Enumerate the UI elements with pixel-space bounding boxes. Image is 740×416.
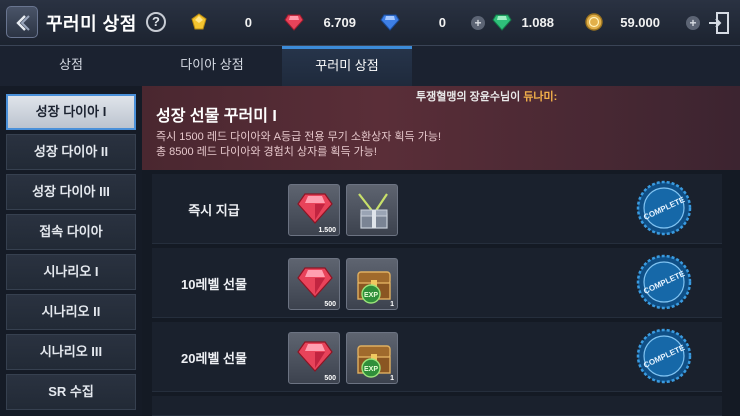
complete-stamp-icon: COMPLETE	[636, 254, 692, 310]
reward-quantity: 1	[390, 301, 394, 308]
weapon-box-icon	[358, 193, 388, 229]
reward-row-label: 10레벨 선물	[181, 277, 247, 292]
reward-quantity: 500	[324, 301, 336, 308]
shop-tabs: 상점 다이아 상점 꾸러미 상점	[0, 46, 740, 86]
marquee-notice: 투쟁혈맹의 장윤수님이 듀나미:	[416, 88, 557, 104]
sidebar-item-growth-diamond-3[interactable]: 성장 다이아 III	[6, 174, 136, 210]
red-diamond-icon	[284, 14, 304, 31]
reward-row: 20레벨 선물 500 EXP 1 COMPLETE	[152, 322, 722, 392]
tab-shop[interactable]: 상점	[0, 46, 142, 86]
reward-item-exp-chest[interactable]: EXP 1	[346, 258, 398, 310]
sidebar-item-scenario-1[interactable]: 시나리오 I	[6, 254, 136, 290]
exit-icon[interactable]	[706, 10, 732, 36]
back-arrow-icon	[16, 15, 30, 31]
green-gem-icon	[492, 14, 512, 31]
tab-diamond-shop[interactable]: 다이아 상점	[142, 46, 282, 86]
reward-row: 10레벨 선물 500 EXP 1 COMPLETE	[152, 248, 722, 318]
gold-coin-icon	[585, 13, 603, 31]
top-bar: 꾸러미 상점 ? 0 6.709 0 + 1.088 59.000 +	[0, 0, 740, 46]
reward-item-red-diamond[interactable]: 500	[288, 332, 340, 384]
page-title: 꾸러미 상점	[46, 14, 137, 34]
reward-quantity: 500	[324, 375, 336, 382]
sidebar: 성장 다이아 I 성장 다이아 II 성장 다이아 III 접속 다이아 시나리…	[0, 86, 142, 416]
currency-value: 59.000	[620, 15, 660, 30]
currency-value: 1.088	[521, 15, 554, 30]
complete-stamp-icon: COMPLETE	[636, 328, 692, 384]
sidebar-item-login-diamond[interactable]: 접속 다이아	[6, 214, 136, 250]
red-diamond-icon	[297, 193, 333, 224]
red-diamond-icon	[297, 267, 333, 298]
marquee-text: 투쟁혈맹의 장윤수님이	[416, 91, 524, 103]
tab-package-shop[interactable]: 꾸러미 상점	[282, 46, 412, 86]
package-description-2: 총 8500 레드 다이아와 경험치 상자를 획득 가능!	[156, 146, 377, 158]
red-diamond-icon	[297, 341, 333, 372]
package-banner: 투쟁혈맹의 장윤수님이 듀나미: 성장 선물 꾸러미 I 즉시 1500 레드 …	[142, 86, 740, 170]
currency-value: 6.709	[323, 15, 356, 30]
currency-value: 0	[438, 15, 446, 30]
reward-row: 즉시 지급 1.500 COMPLETE	[152, 174, 722, 244]
exp-badge-label: EXP	[364, 292, 378, 299]
sidebar-item-growth-diamond-1[interactable]: 성장 다이아 I	[6, 94, 136, 130]
package-title: 성장 선물 꾸러미 I	[156, 108, 277, 125]
marquee-highlight: 듀나미:	[523, 91, 558, 103]
reward-row-label: 즉시 지급	[188, 203, 240, 218]
reward-item-exp-chest[interactable]: EXP 1	[346, 332, 398, 384]
package-description-1: 즉시 1500 레드 다이아와 A등급 전용 무기 소환상자 획득 가능!	[156, 131, 442, 143]
reward-row	[152, 396, 722, 416]
sidebar-item-scenario-3[interactable]: 시나리오 III	[6, 334, 136, 370]
reward-row-label: 20레벨 선물	[181, 351, 247, 366]
back-button[interactable]	[6, 6, 38, 38]
help-button[interactable]: ?	[146, 12, 166, 32]
reward-quantity: 1.500	[318, 227, 336, 234]
reward-item-red-diamond[interactable]: 1.500	[288, 184, 340, 236]
reward-quantity: 1	[390, 375, 394, 382]
gold-gem-icon	[191, 13, 207, 30]
sidebar-item-scenario-2[interactable]: 시나리오 II	[6, 294, 136, 330]
reward-item-red-diamond[interactable]: 500	[288, 258, 340, 310]
complete-stamp-icon: COMPLETE	[636, 180, 692, 236]
add-gold-button[interactable]: +	[686, 16, 700, 30]
blue-diamond-icon	[380, 14, 400, 31]
sidebar-item-growth-diamond-2[interactable]: 성장 다이아 II	[6, 134, 136, 170]
exp-chest-icon: EXP	[357, 345, 391, 378]
sidebar-item-sr-collection[interactable]: SR 수집	[6, 374, 136, 410]
exp-chest-icon: EXP	[357, 271, 391, 304]
currency-value: 0	[244, 15, 252, 30]
add-blue-diamond-button[interactable]: +	[471, 16, 485, 30]
exp-badge-label: EXP	[364, 366, 378, 373]
reward-item-weapon-box[interactable]	[346, 184, 398, 236]
